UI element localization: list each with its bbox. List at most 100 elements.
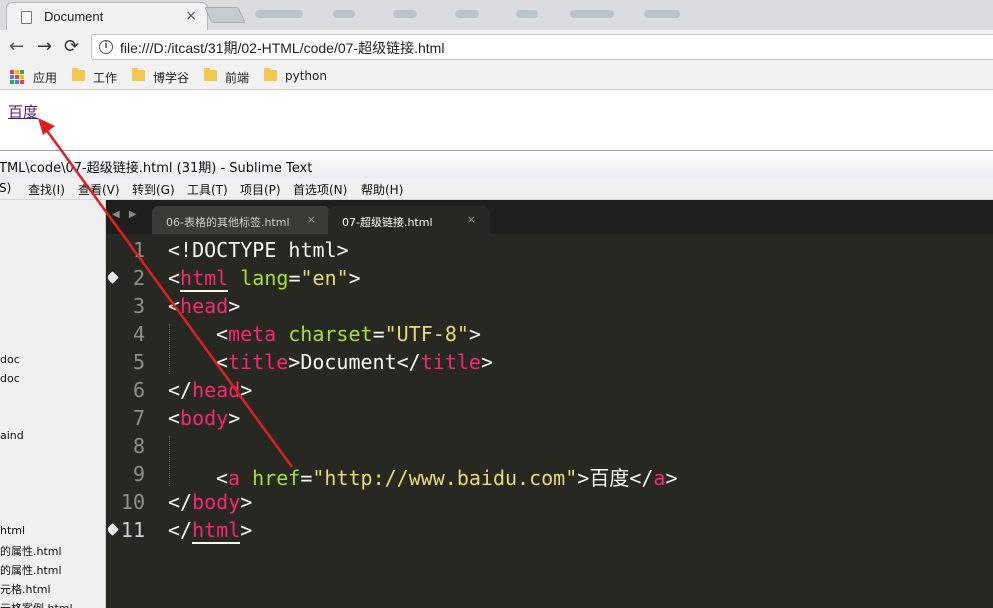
back-icon[interactable]: ← bbox=[9, 36, 24, 57]
code-punct: > bbox=[577, 466, 590, 490]
code-punct: < bbox=[216, 350, 229, 374]
sidebar-file[interactable]: 元格.html bbox=[0, 581, 51, 597]
code-punct: < bbox=[168, 406, 181, 430]
code-punct: > bbox=[288, 350, 301, 374]
editor-window-title: TML\code\07-超级链接.html (31期) - Sublime Te… bbox=[0, 161, 313, 176]
menu-tools[interactable]: 工具(T) bbox=[187, 181, 228, 198]
code-punct: > bbox=[240, 378, 253, 402]
address-bar[interactable]: i file:///D:/itcast/31期/02-HTML/code/07-… bbox=[91, 34, 993, 60]
sidebar-file[interactable]: doc bbox=[0, 372, 20, 385]
code-tag: a bbox=[228, 466, 241, 490]
menu-preferences[interactable]: 首选项(N) bbox=[293, 181, 347, 198]
blurred-tab-label bbox=[455, 10, 479, 18]
code-attr: charset bbox=[288, 322, 373, 346]
code-tag: body bbox=[192, 490, 241, 514]
sidebar-file[interactable]: aind bbox=[0, 429, 24, 442]
bookmark-folder-work[interactable]: 工作 bbox=[93, 69, 117, 86]
editor-tab-label: 06-表格的其他标签.html bbox=[166, 216, 290, 229]
editor-tab-06[interactable]: 06-表格的其他标签.html × bbox=[152, 206, 330, 234]
sidebar-file[interactable]: html bbox=[0, 524, 25, 537]
doctype-text: <!DOCTYPE html> bbox=[168, 238, 349, 262]
code-line-7: <body> bbox=[168, 406, 240, 434]
code-punct: > bbox=[468, 322, 481, 346]
reload-icon[interactable]: ⟳ bbox=[64, 36, 79, 57]
code-line-11: </html> bbox=[168, 518, 252, 546]
editor-tab-bar: ◀ ▶ 06-表格的其他标签.html × 07-超级链接.html × bbox=[106, 200, 993, 234]
code-string: "UTF-8" bbox=[384, 322, 469, 346]
sidebar-file[interactable]: doc bbox=[0, 353, 20, 366]
bookmark-folder-frontend[interactable]: 前端 bbox=[225, 69, 249, 86]
editor-tab-label: 07-超级链接.html bbox=[342, 216, 433, 229]
code-punct: </ bbox=[168, 378, 193, 402]
browser-tab-document[interactable]: Document × bbox=[6, 2, 208, 30]
address-url[interactable]: file:///D:/itcast/31期/02-HTML/code/07-超级… bbox=[120, 38, 444, 58]
code-tag: a bbox=[653, 466, 666, 490]
new-tab-button[interactable] bbox=[204, 7, 246, 23]
browser-tabstrip: Document × bbox=[0, 0, 993, 30]
code-punct: < bbox=[168, 266, 181, 290]
menu-goto[interactable]: 转到(G) bbox=[132, 181, 175, 198]
code-punct: > bbox=[665, 466, 678, 490]
menu-help[interactable]: 帮助(H) bbox=[361, 181, 403, 198]
code-line-5: <title>Document</title> bbox=[216, 350, 493, 378]
tab-close-icon[interactable]: × bbox=[307, 213, 316, 226]
code-punct: = bbox=[300, 466, 313, 490]
sublime-text-window: TML\code\07-超级链接.html (31期) - Sublime Te… bbox=[0, 150, 993, 608]
browser-tab-title: Document bbox=[44, 9, 104, 24]
bookmark-folder-python[interactable]: python bbox=[285, 69, 327, 83]
code-punct: > bbox=[480, 350, 493, 374]
code-punct: > bbox=[228, 406, 241, 430]
indent-guide bbox=[169, 436, 170, 486]
line-number-gutter: 1 2 3 4 5 6 7 8 9 10 11 bbox=[106, 234, 161, 608]
code-line-1: <!DOCTYPE html> bbox=[168, 238, 349, 266]
menu-project[interactable]: 项目(P) bbox=[240, 181, 281, 198]
code-punct: </ bbox=[168, 490, 193, 514]
code-editor[interactable]: <!DOCTYPE html> <html lang="en"> <head> … bbox=[168, 234, 988, 608]
baidu-link[interactable]: 百度 bbox=[8, 101, 38, 122]
editor-sidebar: doc doc aind html 的属性.html 的属性.html 元格.h… bbox=[0, 200, 106, 608]
blurred-tab-label bbox=[255, 10, 303, 18]
line-number: 2 bbox=[132, 266, 145, 290]
code-tag: html bbox=[180, 266, 229, 292]
page-favicon-icon bbox=[21, 11, 32, 24]
indent-guide bbox=[169, 324, 170, 374]
bookmark-apps[interactable]: 应用 bbox=[33, 69, 57, 86]
code-punct: > bbox=[240, 490, 253, 514]
code-punct: > bbox=[228, 294, 241, 318]
bookmark-folder-boxuegu[interactable]: 博学谷 bbox=[153, 69, 189, 86]
sidebar-file[interactable]: 的属性.html bbox=[0, 543, 62, 559]
code-text: Document bbox=[300, 350, 397, 374]
editor-title-bar: TML\code\07-超级链接.html (31期) - Sublime Te… bbox=[0, 150, 993, 178]
tab-scroll-arrows-icon[interactable]: ◀ ▶ bbox=[112, 209, 140, 220]
tab-close-icon[interactable]: × bbox=[467, 213, 476, 226]
menu-find[interactable]: 查找(I) bbox=[28, 181, 65, 198]
code-tag: body bbox=[180, 406, 229, 430]
menu-selection[interactable]: S) bbox=[0, 181, 11, 195]
browser-page-content: 百度 bbox=[0, 90, 993, 150]
bookmarks-bar: 应用 工作 博学谷 前端 python bbox=[0, 64, 993, 90]
folder-icon bbox=[204, 68, 217, 81]
folder-icon bbox=[72, 68, 85, 81]
code-punct: </ bbox=[168, 518, 193, 542]
forward-icon[interactable]: → bbox=[37, 36, 52, 57]
code-punct: < bbox=[168, 294, 181, 318]
code-tag: title bbox=[228, 350, 289, 374]
code-tag: html bbox=[192, 518, 241, 544]
site-info-icon[interactable]: i bbox=[99, 40, 113, 54]
line-number: 9 bbox=[132, 462, 145, 486]
code-line-4: <meta charset="UTF-8"> bbox=[216, 322, 481, 350]
line-number: 10 bbox=[120, 490, 145, 514]
code-line-6: </head> bbox=[168, 378, 252, 406]
apps-grid-icon[interactable] bbox=[10, 70, 24, 84]
tab-close-icon[interactable]: × bbox=[185, 8, 197, 24]
sidebar-file[interactable]: 的属性.html bbox=[0, 562, 62, 578]
code-punct: = bbox=[372, 322, 385, 346]
code-line-10: </body> bbox=[168, 490, 252, 518]
code-tag: head bbox=[192, 378, 241, 402]
menu-view[interactable]: 查看(V) bbox=[78, 181, 120, 198]
blurred-tab-label bbox=[516, 10, 538, 18]
blurred-tab-label bbox=[333, 10, 355, 18]
editor-tab-07[interactable]: 07-超级链接.html × bbox=[328, 206, 490, 234]
sidebar-file[interactable]: 元格案例.html bbox=[0, 600, 73, 608]
code-text: 百度 bbox=[589, 466, 630, 490]
